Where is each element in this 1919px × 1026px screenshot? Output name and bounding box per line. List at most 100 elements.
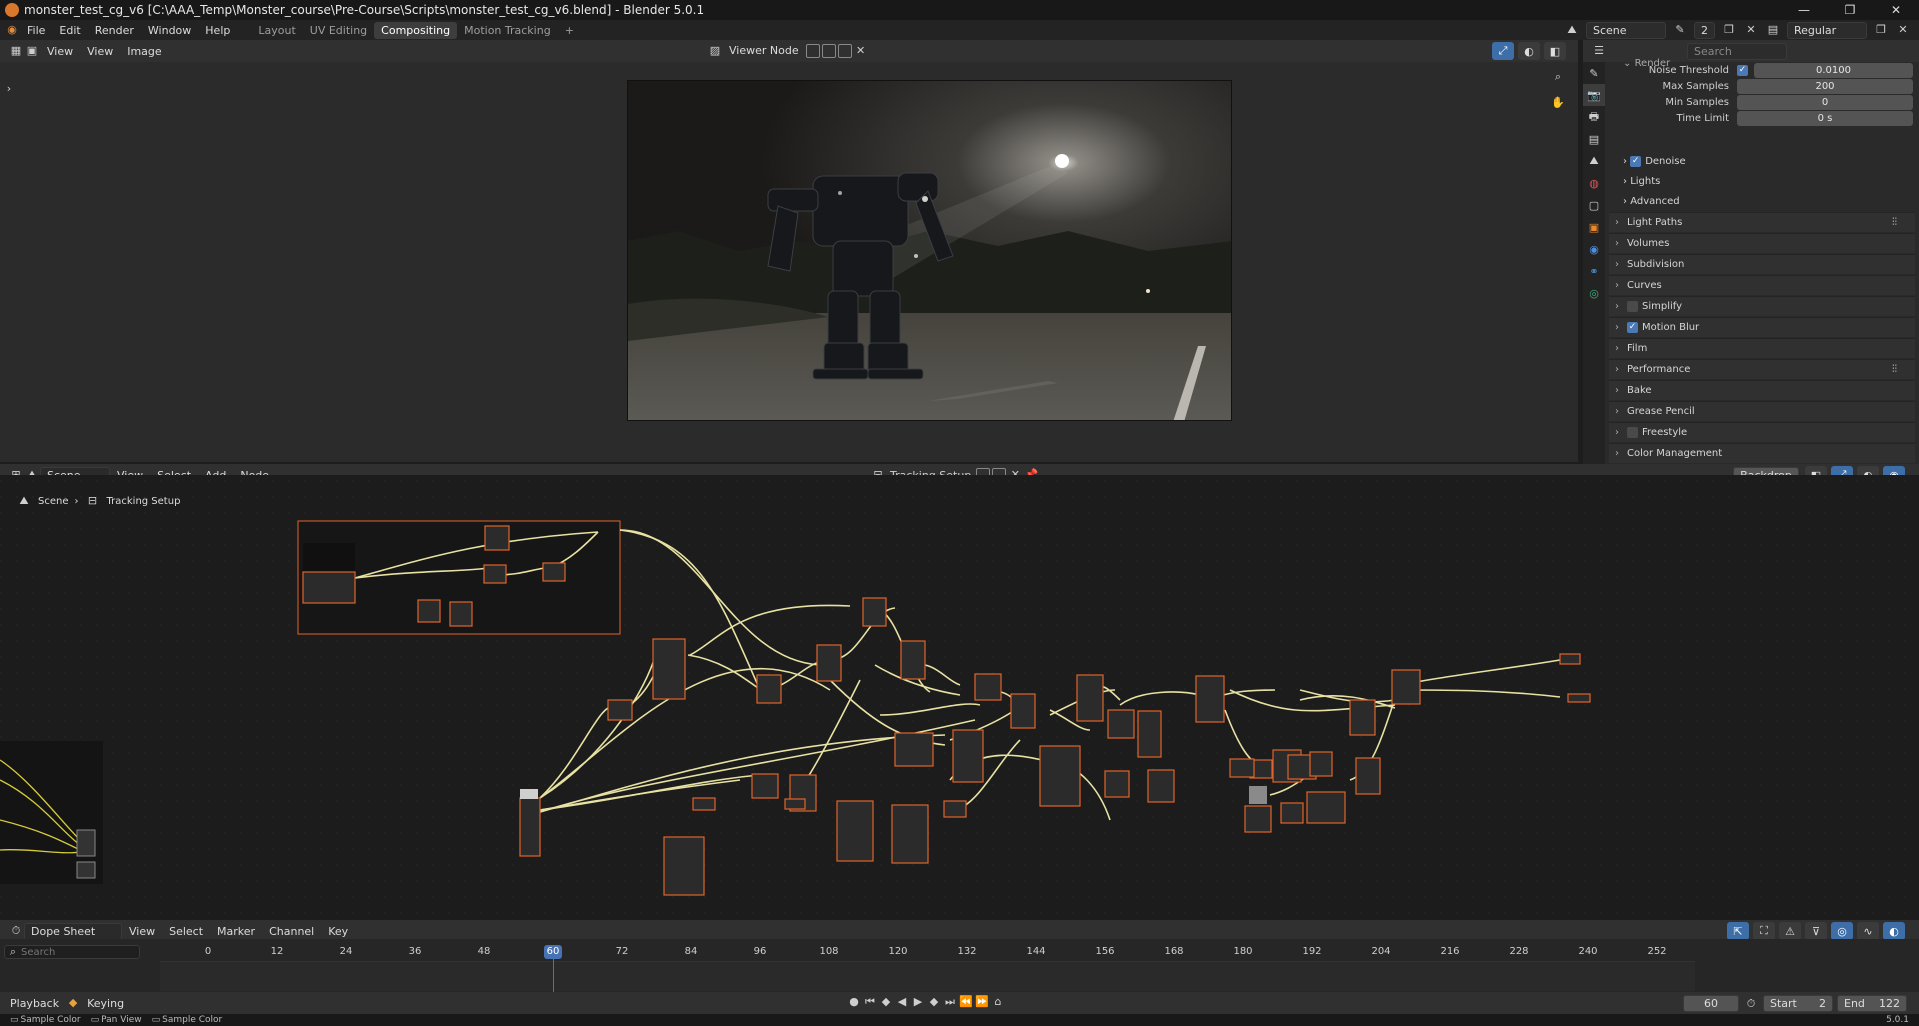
menu-window[interactable]: Window <box>141 24 198 37</box>
scene-tab-icon[interactable]: ⛰ <box>1583 150 1605 172</box>
time-limit-field[interactable]: 0 s <box>1737 110 1913 126</box>
sync-icon[interactable]: ⌂ <box>990 995 1006 1009</box>
play-reverse-icon[interactable]: ◀ <box>894 995 910 1009</box>
menu-file[interactable]: File <box>20 24 52 37</box>
tab-motion-tracking[interactable]: Motion Tracking <box>457 22 558 39</box>
scene-selector[interactable]: Scene <box>1586 21 1666 39</box>
only-selected-icon[interactable]: ⇱ <box>1727 922 1749 940</box>
scene-users-count[interactable]: 2 <box>1694 21 1715 39</box>
constraints-tab-icon[interactable]: ⚭ <box>1583 260 1605 282</box>
auto-keying-icon[interactable]: ● <box>846 995 862 1009</box>
next-marker-icon[interactable]: ⏩ <box>974 995 990 1009</box>
snap-icon[interactable]: ∿ <box>1857 922 1879 940</box>
render-tab-icon[interactable]: 📷 <box>1583 84 1605 106</box>
menu-view[interactable]: View <box>80 45 120 58</box>
panel-freestyle[interactable]: › Freestyle <box>1609 422 1915 442</box>
properties-editor-type-icon[interactable]: ☰ <box>1591 44 1607 58</box>
data-tab-icon[interactable]: ◎ <box>1583 282 1605 304</box>
editor-type-icon[interactable]: ▦ <box>8 44 24 58</box>
filter-icon[interactable]: ⊽ <box>1805 922 1827 940</box>
blender-menu-icon[interactable]: ◉ <box>4 23 20 37</box>
image-name-field[interactable]: Viewer Node <box>723 43 805 58</box>
jump-end-icon[interactable]: ⏭ <box>942 995 958 1009</box>
fake-user-icon[interactable] <box>805 43 820 58</box>
panel-subdivision[interactable]: › Subdivision <box>1609 254 1915 274</box>
panel-simplify[interactable]: › Simplify <box>1609 296 1915 316</box>
add-workspace-button[interactable]: + <box>558 22 581 39</box>
tab-compositing[interactable]: Compositing <box>374 21 458 39</box>
dope-sheet-mode-selector[interactable]: Dope Sheet <box>24 922 122 940</box>
tab-uv-editing[interactable]: UV Editing <box>303 22 374 39</box>
output-tab-icon[interactable]: 🖶 <box>1583 106 1605 128</box>
view-layer-tab-icon[interactable]: ▤ <box>1583 128 1605 150</box>
zoom-icon[interactable]: ⌕ <box>1550 70 1566 84</box>
minimize-button[interactable]: — <box>1781 0 1827 20</box>
collection-tab-icon[interactable]: ▢ <box>1583 194 1605 216</box>
breadcrumb-scene[interactable]: Scene <box>38 496 69 507</box>
view-mode-icon[interactable]: ▣ <box>24 44 40 58</box>
jump-start-icon[interactable]: ⏮ <box>862 995 878 1009</box>
properties-search[interactable]: Search <box>1687 42 1787 60</box>
panel-curves[interactable]: › Curves <box>1609 275 1915 295</box>
freestyle-checkbox[interactable] <box>1627 427 1638 438</box>
delete-layer-icon[interactable]: ✕ <box>1895 23 1911 37</box>
node-editor-canvas[interactable] <box>0 475 1919 927</box>
jump-prev-key-icon[interactable]: ◆ <box>878 995 894 1009</box>
subpanel-advanced[interactable]: › Advanced <box>1623 192 1680 210</box>
current-frame-indicator[interactable]: 60 <box>544 945 562 959</box>
subpanel-denoise[interactable]: › ✓ Denoise <box>1623 152 1686 170</box>
new-image-icon[interactable] <box>821 43 836 58</box>
menu-image[interactable]: Image <box>120 45 168 58</box>
tool-tab-icon[interactable]: ✎ <box>1583 62 1605 84</box>
preview-range-icon[interactable]: ⏱ <box>1743 997 1759 1011</box>
panel-volumes[interactable]: › Volumes <box>1609 233 1915 253</box>
maximize-button[interactable]: ❐ <box>1827 0 1873 20</box>
menu-edit[interactable]: Edit <box>52 24 87 37</box>
breadcrumb-node-tree[interactable]: Tracking Setup <box>107 496 181 507</box>
start-frame-field[interactable]: Start 2 <box>1763 995 1833 1012</box>
panel-bake[interactable]: › Bake <box>1609 380 1915 400</box>
end-frame-field[interactable]: End 122 <box>1837 995 1907 1012</box>
noise-threshold-checkbox[interactable]: ✓ <box>1737 64 1748 76</box>
dope-sheet-search-box[interactable]: ⌕ Search <box>4 945 140 959</box>
menu-dope-channel[interactable]: Channel <box>262 925 321 938</box>
timeline-track[interactable] <box>160 961 1695 991</box>
panel-color-management[interactable]: › Color Management <box>1609 443 1915 463</box>
menu-dope-view[interactable]: View <box>122 925 162 938</box>
motion-blur-checkbox[interactable]: ✓ <box>1627 322 1638 333</box>
tab-layout[interactable]: Layout <box>251 22 302 39</box>
jump-next-key-icon[interactable]: ◆ <box>926 995 942 1009</box>
view-layer-selector[interactable]: Regular <box>1787 21 1867 39</box>
menu-render[interactable]: Render <box>88 24 141 37</box>
simplify-checkbox[interactable] <box>1627 301 1638 312</box>
panel-film[interactable]: › Film <box>1609 338 1915 358</box>
playhead-line[interactable] <box>553 959 554 993</box>
presets-icon[interactable]: ⫶⫶ <box>1892 217 1897 228</box>
menu-dope-select[interactable]: Select <box>162 925 210 938</box>
denoise-checkbox[interactable]: ✓ <box>1630 155 1642 167</box>
menu-view-mode[interactable]: View <box>40 45 80 58</box>
pin-icon[interactable]: ✎ <box>1672 23 1688 37</box>
panel-light-paths[interactable]: › Light Paths ⫶⫶ <box>1609 212 1915 232</box>
current-frame-field[interactable]: 60 <box>1683 995 1739 1012</box>
unlink-image-icon[interactable]: ✕ <box>853 44 869 58</box>
sidebar-toggle-icon[interactable]: › <box>1 82 17 96</box>
prev-marker-icon[interactable]: ⏪ <box>958 995 974 1009</box>
dope-editor-type-icon[interactable]: ⏱ <box>8 924 24 938</box>
dope-overlay-icon[interactable]: ◐ <box>1883 922 1905 940</box>
panel-grease-pencil[interactable]: › Grease Pencil <box>1609 401 1915 421</box>
proportional-edit-icon[interactable]: ◎ <box>1831 922 1853 940</box>
duplicate-scene-icon[interactable]: ❐ <box>1721 23 1737 37</box>
world-tab-icon[interactable]: ◍ <box>1583 172 1605 194</box>
physics-tab-icon[interactable]: ◉ <box>1583 238 1605 260</box>
frame-ruler[interactable]: 0 12 24 36 48 60 72 84 96 108 120 132 144 156 168 180 19… <box>160 945 1695 993</box>
menu-help[interactable]: Help <box>198 24 237 37</box>
close-window-button[interactable]: ✕ <box>1873 0 1919 20</box>
open-image-icon[interactable] <box>837 43 852 58</box>
display-channels-icon[interactable]: ◧ <box>1544 42 1566 60</box>
delete-scene-icon[interactable]: ✕ <box>1743 23 1759 37</box>
errors-icon[interactable]: ⚠ <box>1779 922 1801 940</box>
playback-menu[interactable]: Playback <box>4 996 65 1011</box>
pan-hand-icon[interactable]: ✋ <box>1550 96 1566 110</box>
panel-motion-blur[interactable]: › ✓ Motion Blur <box>1609 317 1915 337</box>
